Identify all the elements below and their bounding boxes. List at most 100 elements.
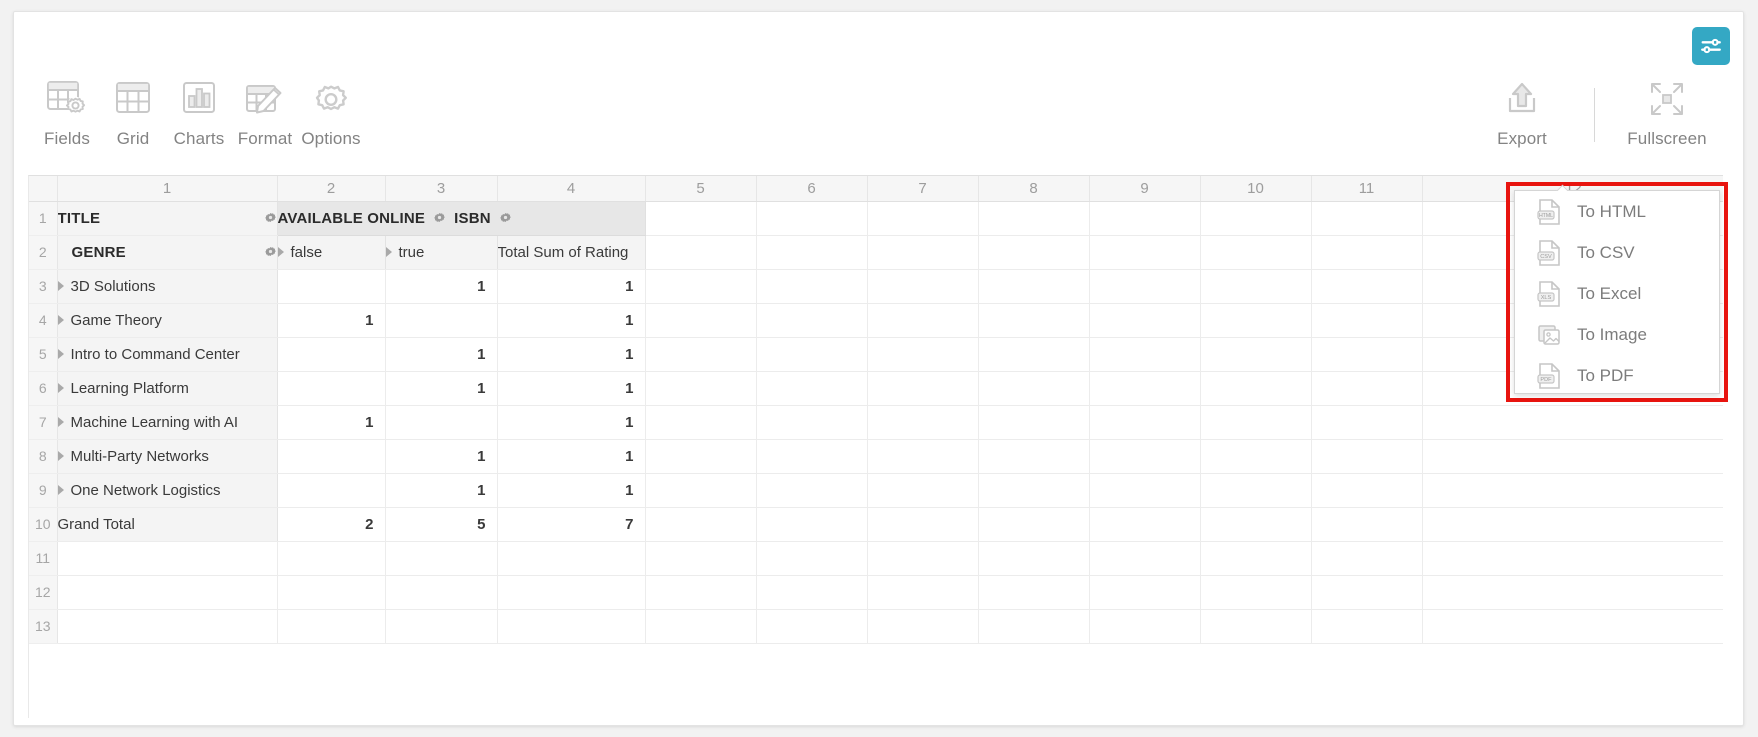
export-menu-item-html[interactable]: HTML To HTML xyxy=(1515,191,1719,232)
empty-cell[interactable] xyxy=(385,575,498,610)
row-header-cell[interactable]: 3D Solutions xyxy=(57,269,278,304)
empty-cell[interactable] xyxy=(867,575,979,610)
row-number-10[interactable]: 10 xyxy=(29,507,58,542)
empty-cell[interactable] xyxy=(1422,609,1723,644)
empty-cell[interactable] xyxy=(1089,541,1201,576)
empty-cell[interactable] xyxy=(867,541,979,576)
toolbar-button-options[interactable]: Options xyxy=(298,74,364,149)
configure-toolbar-button[interactable] xyxy=(1692,27,1730,65)
empty-cell[interactable] xyxy=(1200,507,1312,542)
empty-cell[interactable] xyxy=(385,541,498,576)
empty-cell[interactable] xyxy=(1200,303,1312,338)
value-cell-true[interactable] xyxy=(385,303,498,338)
column-value-false[interactable]: false xyxy=(277,235,386,270)
empty-cell[interactable] xyxy=(978,507,1090,542)
empty-cell[interactable] xyxy=(1311,269,1423,304)
row-number-5[interactable]: 5 xyxy=(29,337,58,372)
empty-cell[interactable] xyxy=(867,337,979,372)
value-cell-true[interactable] xyxy=(385,405,498,440)
column-header-8[interactable]: 8 xyxy=(978,176,1090,202)
empty-cell[interactable] xyxy=(867,473,979,508)
empty-cell[interactable] xyxy=(645,575,757,610)
field-cell-genre[interactable]: GENRE xyxy=(57,235,278,270)
toolbar-button-fullscreen[interactable]: Fullscreen xyxy=(1613,74,1721,149)
grand-total-false[interactable]: 2 xyxy=(277,507,386,542)
empty-cell[interactable] xyxy=(1200,337,1312,372)
empty-cell[interactable] xyxy=(1311,303,1423,338)
value-cell-false[interactable] xyxy=(277,269,386,304)
column-header-2[interactable]: 2 xyxy=(277,176,386,202)
row-number-8[interactable]: 8 xyxy=(29,439,58,474)
empty-cell[interactable] xyxy=(1422,405,1723,440)
empty-cell[interactable] xyxy=(645,201,757,236)
empty-cell[interactable] xyxy=(645,303,757,338)
row-number-13[interactable]: 13 xyxy=(29,609,58,644)
empty-cell[interactable] xyxy=(1422,575,1723,610)
value-cell-true[interactable]: 1 xyxy=(385,473,498,508)
empty-cell[interactable] xyxy=(1311,235,1423,270)
empty-cell[interactable] xyxy=(978,269,1090,304)
empty-cell[interactable] xyxy=(385,609,498,644)
value-cell-false[interactable]: 1 xyxy=(277,303,386,338)
value-cell-false[interactable] xyxy=(277,439,386,474)
value-cell-total[interactable]: 1 xyxy=(497,405,646,440)
value-cell-total[interactable]: 1 xyxy=(497,473,646,508)
empty-cell[interactable] xyxy=(645,473,757,508)
field-cell-available-isbn[interactable]: AVAILABLE ONLINE ISBN xyxy=(277,201,646,236)
empty-cell[interactable] xyxy=(1311,609,1423,644)
gear-icon[interactable] xyxy=(264,246,277,259)
empty-cell[interactable] xyxy=(1311,405,1423,440)
empty-cell[interactable] xyxy=(978,473,1090,508)
empty-cell[interactable] xyxy=(756,439,868,474)
empty-cell[interactable] xyxy=(277,575,386,610)
empty-cell[interactable] xyxy=(1089,303,1201,338)
empty-cell[interactable] xyxy=(645,507,757,542)
empty-cell[interactable] xyxy=(756,235,868,270)
expand-triangle-icon[interactable] xyxy=(57,281,64,291)
export-menu-item-image[interactable]: To Image xyxy=(1515,314,1719,355)
export-menu-item-csv[interactable]: CSV To CSV xyxy=(1515,232,1719,273)
empty-cell[interactable] xyxy=(756,303,868,338)
value-cell-true[interactable]: 1 xyxy=(385,337,498,372)
row-number-12[interactable]: 12 xyxy=(29,575,58,610)
empty-cell[interactable] xyxy=(1089,507,1201,542)
value-cell-total[interactable]: 1 xyxy=(497,337,646,372)
row-number-6[interactable]: 6 xyxy=(29,371,58,406)
empty-cell[interactable] xyxy=(978,609,1090,644)
empty-cell[interactable] xyxy=(1422,473,1723,508)
empty-cell[interactable] xyxy=(978,303,1090,338)
empty-cell[interactable] xyxy=(497,609,646,644)
empty-cell[interactable] xyxy=(1200,473,1312,508)
grand-total-sum[interactable]: 7 xyxy=(497,507,646,542)
empty-cell[interactable] xyxy=(645,269,757,304)
toolbar-button-export[interactable]: Export xyxy=(1468,74,1576,149)
empty-cell[interactable] xyxy=(756,507,868,542)
empty-cell[interactable] xyxy=(1089,473,1201,508)
empty-cell[interactable] xyxy=(1311,201,1423,236)
empty-cell[interactable] xyxy=(867,609,979,644)
empty-cell[interactable] xyxy=(1089,575,1201,610)
empty-cell[interactable] xyxy=(1200,235,1312,270)
value-cell-false[interactable] xyxy=(277,337,386,372)
empty-cell[interactable] xyxy=(867,405,979,440)
value-cell-total[interactable]: 1 xyxy=(497,269,646,304)
empty-cell[interactable] xyxy=(756,473,868,508)
empty-cell[interactable] xyxy=(1200,371,1312,406)
empty-cell[interactable] xyxy=(1311,473,1423,508)
empty-cell[interactable] xyxy=(867,201,979,236)
value-cell-true[interactable]: 1 xyxy=(385,371,498,406)
gear-icon[interactable] xyxy=(499,212,512,225)
empty-cell[interactable] xyxy=(1200,269,1312,304)
expand-triangle-icon[interactable] xyxy=(277,247,284,257)
row-header-cell[interactable]: One Network Logistics xyxy=(57,473,278,508)
empty-cell[interactable] xyxy=(1089,609,1201,644)
empty-cell[interactable] xyxy=(1089,371,1201,406)
row-number-4[interactable]: 4 xyxy=(29,303,58,338)
empty-cell[interactable] xyxy=(867,371,979,406)
column-header-1[interactable]: 1 xyxy=(57,176,278,202)
row-number-3[interactable]: 3 xyxy=(29,269,58,304)
toolbar-button-fields[interactable]: Fields xyxy=(34,74,100,149)
value-cell-false[interactable] xyxy=(277,371,386,406)
toolbar-button-format[interactable]: Format xyxy=(232,74,298,149)
empty-cell[interactable] xyxy=(277,541,386,576)
